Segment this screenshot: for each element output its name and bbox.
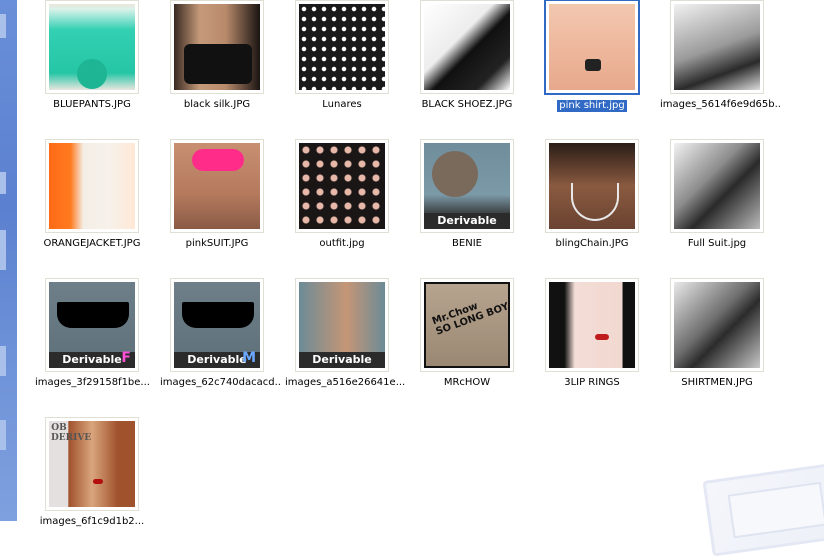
thumbnail-image: Derivable xyxy=(424,143,510,229)
file-thumbnail[interactable]: Derivable xyxy=(420,139,514,233)
file-item-pink-shirt[interactable]: pink shirt.jpg xyxy=(533,0,651,116)
file-item-pinksuit[interactable]: pinkSUIT.JPG xyxy=(158,139,276,254)
file-item-blingchain[interactable]: blingChain.JPG xyxy=(533,139,651,254)
thumbnail-image xyxy=(674,4,760,90)
file-name-label[interactable]: images_6f1c9d1b2... xyxy=(38,516,146,528)
file-item-outfit[interactable]: outfit.jpg xyxy=(283,139,401,254)
file-name-label[interactable]: images_3f29158f1be... xyxy=(33,377,152,389)
derivable-badge: Derivable xyxy=(424,213,510,229)
file-name-label[interactable]: BLUEPANTS.JPG xyxy=(51,99,133,111)
file-name-label[interactable]: pink shirt.jpg xyxy=(557,100,627,112)
file-thumbnail[interactable]: Derivable xyxy=(295,278,389,372)
task-pane-segment xyxy=(0,172,6,194)
file-thumbnail[interactable] xyxy=(295,0,389,94)
file-item-images-62c7[interactable]: Derivable M images_62c740dacacd... xyxy=(158,278,280,393)
file-thumbnail[interactable]: Derivable M xyxy=(170,278,264,372)
file-name-label[interactable]: ORANGEJACKET.JPG xyxy=(42,238,143,250)
file-item-shirtmen[interactable]: SHIRTMEN.JPG xyxy=(658,278,776,393)
file-thumbnail[interactable] xyxy=(670,278,764,372)
thumbnail-image xyxy=(549,4,635,90)
file-name-label[interactable]: outfit.jpg xyxy=(317,238,366,250)
badge-gender-letter: M xyxy=(242,350,256,366)
derivable-badge: Derivable xyxy=(299,352,385,368)
poster-text: Mr.Chow SO LONG BOYS xyxy=(430,298,510,338)
file-thumbnail[interactable] xyxy=(45,139,139,233)
file-name-label[interactable]: images_62c740dacacd... xyxy=(158,377,280,389)
thumbnail-image xyxy=(49,143,135,229)
file-thumbnail[interactable] xyxy=(420,0,514,94)
file-item-images-3f29[interactable]: Derivable F images_3f29158f1be... xyxy=(33,278,151,393)
thumbnail-image xyxy=(674,282,760,368)
file-thumbnail[interactable] xyxy=(670,139,764,233)
badge-gender-letter: F xyxy=(121,350,131,366)
thumbnail-image xyxy=(174,4,260,90)
file-name-label[interactable]: MRcHOW xyxy=(442,377,492,389)
folder-watermark-icon xyxy=(702,459,824,557)
derivable-badge: Derivable M xyxy=(174,350,260,368)
file-name-label[interactable]: 3LIP RINGS xyxy=(562,377,622,389)
file-item-black-shoez[interactable]: BLACK SHOEZ.JPG xyxy=(408,0,526,115)
file-name-label[interactable]: blingChain.JPG xyxy=(553,238,630,250)
thumbnail-image: Derivable M xyxy=(174,282,260,368)
file-name-label[interactable]: images_5614f6e9d65b... xyxy=(658,99,780,111)
file-name-label[interactable]: images_a516e26641e... xyxy=(283,377,405,389)
file-item-ob-derive[interactable]: OB DERIVE images_6f1c9d1b2... xyxy=(33,417,151,532)
file-item-images-a516[interactable]: Derivable images_a516e26641e... xyxy=(283,278,405,393)
file-thumbnail[interactable] xyxy=(45,0,139,94)
file-item-black-silk[interactable]: black silk.JPG xyxy=(158,0,276,115)
thumbnail-image: Derivable xyxy=(299,282,385,368)
ob-derive-text: OB DERIVE xyxy=(51,423,92,443)
file-item-3lip-rings[interactable]: 3LIP RINGS xyxy=(533,278,651,393)
file-item-full-suit[interactable]: Full Suit.jpg xyxy=(658,139,776,254)
thumbnail-image xyxy=(549,282,635,368)
file-name-label[interactable]: BLACK SHOEZ.JPG xyxy=(420,99,515,111)
thumbnail-image xyxy=(174,143,260,229)
file-item-lunares[interactable]: Lunares xyxy=(283,0,401,115)
file-name-label[interactable]: SHIRTMEN.JPG xyxy=(679,377,754,389)
file-thumbnail[interactable] xyxy=(170,139,264,233)
thumbnail-image xyxy=(424,4,510,90)
file-name-label[interactable]: Lunares xyxy=(320,99,363,111)
thumbnail-image xyxy=(49,4,135,90)
thumbnail-image: Mr.Chow SO LONG BOYS xyxy=(424,282,510,368)
file-name-label[interactable]: Full Suit.jpg xyxy=(686,238,748,250)
derivable-badge: Derivable F xyxy=(49,350,135,368)
file-thumbnail[interactable] xyxy=(295,139,389,233)
file-item-benie[interactable]: Derivable BENIE xyxy=(408,139,526,254)
file-item-bluepants[interactable]: BLUEPANTS.JPG xyxy=(33,0,151,115)
task-pane-segment xyxy=(0,420,6,450)
file-thumbnail[interactable] xyxy=(544,0,640,95)
file-thumbnail[interactable] xyxy=(545,139,639,233)
explorer-task-pane-edge xyxy=(0,0,17,521)
thumbnail-image: Derivable F xyxy=(49,282,135,368)
thumbnail-image xyxy=(674,143,760,229)
file-thumbnail[interactable]: Mr.Chow SO LONG BOYS xyxy=(420,278,514,372)
file-thumbnail[interactable] xyxy=(545,278,639,372)
thumbnail-image xyxy=(549,143,635,229)
file-item-mrchow[interactable]: Mr.Chow SO LONG BOYS MRcHOW xyxy=(408,278,526,393)
file-thumbnail[interactable]: OB DERIVE xyxy=(45,417,139,511)
file-name-label[interactable]: black silk.JPG xyxy=(182,99,252,111)
thumbnail-image: OB DERIVE xyxy=(49,421,135,507)
task-pane-segment xyxy=(0,14,6,38)
task-pane-segment xyxy=(0,230,6,270)
file-name-label[interactable]: pinkSUIT.JPG xyxy=(184,238,251,250)
file-thumbnail[interactable] xyxy=(170,0,264,94)
file-item-orangejacket[interactable]: ORANGEJACKET.JPG xyxy=(33,139,151,254)
thumbnail-image xyxy=(299,4,385,90)
thumbnail-image xyxy=(299,143,385,229)
thumbnail-view-pane[interactable]: BLUEPANTS.JPG black silk.JPG Lunares BLACK … xyxy=(17,0,824,557)
file-item-images-5614[interactable]: images_5614f6e9d65b... xyxy=(658,0,780,115)
file-thumbnail[interactable] xyxy=(670,0,764,94)
task-pane-segment xyxy=(0,346,6,376)
file-thumbnail[interactable]: Derivable F xyxy=(45,278,139,372)
file-name-label[interactable]: BENIE xyxy=(450,238,484,250)
